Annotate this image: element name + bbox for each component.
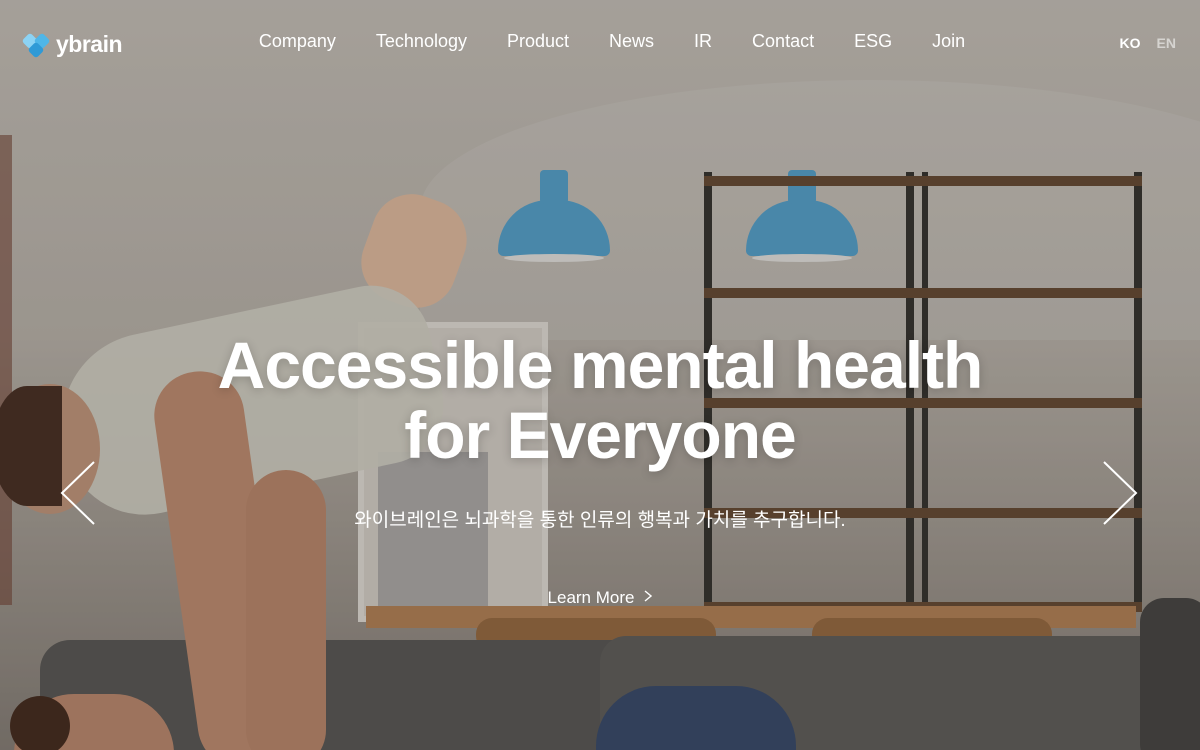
learn-more-wrapper: Learn More: [0, 588, 1200, 608]
hero-title-line1: Accessible mental health: [217, 328, 984, 402]
nav-item-esg[interactable]: ESG: [854, 31, 892, 52]
hero-title-line2: for Everyone: [404, 398, 796, 472]
lang-ko-button[interactable]: KO: [1120, 35, 1141, 51]
site-header: ybrain Company Technology Product News I…: [0, 0, 1200, 86]
nav-item-product[interactable]: Product: [507, 31, 569, 52]
hero-subtitle: 와이브레인은 뇌과학을 통한 인류의 행복과 가치를 추구합니다.: [354, 510, 846, 531]
nav-item-ir[interactable]: IR: [694, 31, 712, 52]
hero-section: ybrain Company Technology Product News I…: [0, 0, 1200, 750]
language-switcher: KO EN: [1120, 35, 1176, 51]
nav-item-news[interactable]: News: [609, 31, 654, 52]
chevron-right-icon: [644, 589, 653, 607]
slider-prev-button[interactable]: [58, 460, 98, 526]
main-nav: Company Technology Product News IR Conta…: [0, 31, 1200, 52]
nav-item-company[interactable]: Company: [259, 31, 336, 52]
chevron-left-icon: [60, 461, 95, 525]
lang-en-button[interactable]: EN: [1157, 35, 1176, 51]
slider-next-button[interactable]: [1100, 460, 1140, 526]
chevron-right-icon: [1103, 461, 1138, 525]
hero-title: Accessible mental health for Everyone: [0, 330, 1200, 470]
hero-content: Accessible mental health for Everyone 와이…: [0, 330, 1200, 534]
nav-item-join[interactable]: Join: [932, 31, 965, 52]
learn-more-label: Learn More: [547, 588, 635, 607]
nav-item-contact[interactable]: Contact: [752, 31, 814, 52]
nav-item-technology[interactable]: Technology: [376, 31, 467, 52]
learn-more-link[interactable]: Learn More: [548, 588, 653, 608]
